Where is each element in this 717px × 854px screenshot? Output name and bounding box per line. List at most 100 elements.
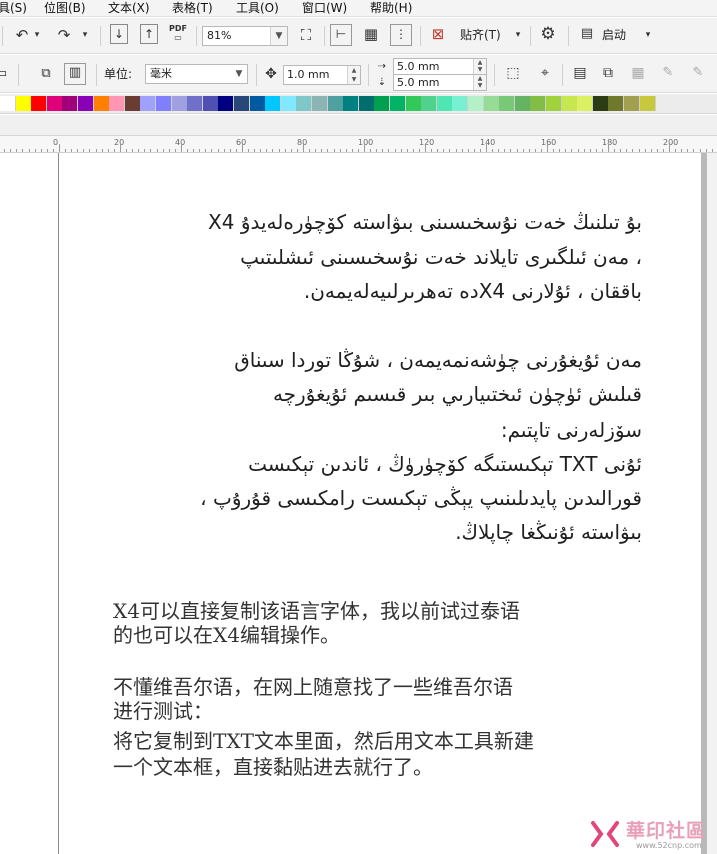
color-swatch[interactable] [312, 96, 328, 111]
color-swatch[interactable] [0, 96, 16, 111]
zoom-level-combo[interactable]: 81% ▼ [202, 26, 288, 46]
undo-icon[interactable]: ↶ [12, 26, 32, 44]
uyghur-text-line[interactable]: ، مەن ئىلگىرى تايلاند خەت نۇسخىسىنى ئىشل… [240, 245, 642, 269]
chinese-text-line[interactable]: 将它复制到TXT文本里面，然后用文本工具新建 [113, 730, 534, 752]
treat-as-filled-icon[interactable]: ⬚ [503, 64, 523, 82]
launch-label[interactable]: 启动 [602, 27, 626, 43]
redo-icon[interactable]: ↷ [54, 26, 74, 44]
uyghur-text-line[interactable]: سۆزلەرنى تاپتىم: [501, 418, 642, 442]
color-swatch[interactable] [172, 96, 188, 111]
color-swatch[interactable] [374, 96, 390, 111]
color-swatch[interactable] [593, 96, 609, 111]
spinner-arrows-icon[interactable]: ▲ ▼ [347, 66, 360, 84]
horizontal-ruler[interactable]: 0 20 40 60 80 100 120 140 160 180 200 [0, 135, 717, 153]
chinese-text-line[interactable]: 一个文本框，直接黏贴进去就行了。 [113, 756, 433, 778]
uyghur-text-line[interactable]: قىلىش ئۈچۈن ئىختىيارىي بىر قىسىم ئۇيغۇرچ… [273, 382, 642, 406]
color-swatch[interactable] [140, 96, 156, 111]
color-swatch[interactable] [234, 96, 250, 111]
chinese-text-line[interactable]: 的也可以在X4编辑操作。 [113, 624, 340, 646]
color-swatch[interactable] [187, 96, 203, 111]
menu-bitmap[interactable]: 位图(B) [44, 0, 86, 16]
color-swatch[interactable] [484, 96, 500, 111]
snap-off-icon[interactable]: ⊠ [428, 25, 448, 43]
duplicate-y-input[interactable]: 5.0 mm ▲ ▼ [393, 74, 487, 91]
menu-tools-partial[interactable]: 具(S) [0, 0, 27, 16]
chevron-down-icon[interactable]: ▼ [270, 27, 287, 45]
color-swatch[interactable] [406, 96, 422, 111]
ungroup-icon[interactable]: ✎ [658, 64, 678, 82]
drawing-canvas[interactable]: بۇ تىلنىڭ خەت نۇسخىسىنى بىۋاستە كۆچۈرەلە… [0, 153, 717, 854]
chinese-text-line[interactable]: 进行测试： [113, 700, 213, 722]
color-swatch[interactable] [281, 96, 297, 111]
color-swatch[interactable] [530, 96, 546, 111]
color-swatch[interactable] [109, 96, 125, 111]
launch-icon[interactable]: ▤ [578, 25, 596, 43]
uyghur-text-line[interactable]: مەن ئۇيغۇرنى چۈشەنمەيمەن ، شۇڭا توردا سى… [234, 348, 642, 372]
color-swatch[interactable] [452, 96, 468, 111]
color-swatch[interactable] [359, 96, 375, 111]
color-swatch[interactable] [577, 96, 593, 111]
color-swatch[interactable] [78, 96, 94, 111]
color-swatch[interactable] [562, 96, 578, 111]
chinese-text-line[interactable]: X4可以直接复制该语言字体，我以前试过泰语 [113, 600, 520, 622]
export-icon[interactable]: ↑ [140, 24, 158, 44]
color-swatch[interactable] [421, 96, 437, 111]
all-pages-icon[interactable]: ⧉ [36, 65, 56, 83]
menu-help[interactable]: 帮助(H) [370, 0, 412, 16]
spinner-arrows-icon[interactable]: ▲ ▼ [473, 59, 486, 74]
color-swatch[interactable] [390, 96, 406, 111]
menu-text[interactable]: 文本(X) [108, 0, 150, 16]
color-swatch[interactable] [328, 96, 344, 111]
nudge-distance-input[interactable]: 1.0 mm ▲ ▼ [283, 65, 361, 85]
full-screen-preview-icon[interactable]: ⛶ [296, 26, 316, 44]
color-swatch[interactable] [265, 96, 281, 111]
show-rulers-icon[interactable]: ⊢ [330, 24, 352, 46]
color-swatch[interactable] [156, 96, 172, 111]
color-swatch[interactable] [499, 96, 515, 111]
uyghur-text-line[interactable]: بىۋاستە ئۇنىڭغا چاپلاڭ. [455, 520, 642, 544]
color-swatch[interactable] [47, 96, 63, 111]
chevron-down-icon[interactable]: ▾ [512, 26, 524, 44]
show-grid-icon[interactable]: ▦ [361, 25, 381, 43]
export-pdf-icon[interactable]: PDF ▭ [168, 24, 188, 42]
chevron-down-icon[interactable]: ▾ [642, 26, 654, 44]
color-swatch[interactable] [218, 96, 234, 111]
color-swatch[interactable] [31, 96, 47, 111]
draw-object-icon[interactable]: ⌖ [535, 64, 555, 82]
color-swatch[interactable] [546, 96, 562, 111]
color-swatch[interactable] [343, 96, 359, 111]
group-icon[interactable]: ▦ [628, 64, 648, 82]
color-swatch[interactable] [608, 96, 624, 111]
color-swatch[interactable] [203, 96, 219, 111]
color-swatch[interactable] [125, 96, 141, 111]
show-guidelines-icon[interactable]: ⋮ [390, 24, 412, 46]
current-page-icon[interactable]: ▥ [64, 63, 86, 85]
menu-tools[interactable]: 工具(O) [236, 0, 279, 16]
spinner-arrows-icon[interactable]: ▲ ▼ [473, 75, 486, 90]
color-swatch[interactable] [296, 96, 312, 111]
snap-to-label[interactable]: 贴齐(T) [460, 27, 501, 43]
import-icon[interactable]: ↓ [110, 24, 128, 44]
color-swatch[interactable] [250, 96, 266, 111]
color-swatch[interactable] [640, 96, 656, 111]
menu-window[interactable]: 窗口(W) [302, 0, 347, 16]
uyghur-text-line[interactable]: بۇ تىلنىڭ خەت نۇسخىسىنى بىۋاستە كۆچۈرەلە… [208, 210, 642, 234]
color-swatch[interactable] [16, 96, 32, 111]
gear-icon[interactable]: ⚙ [538, 25, 558, 43]
undo-dropdown-icon[interactable]: ▾ [32, 26, 42, 44]
chevron-down-icon[interactable]: ▼ [231, 65, 247, 83]
color-swatch[interactable] [515, 96, 531, 111]
color-swatch[interactable] [62, 96, 78, 111]
uyghur-text-line[interactable]: ئۇنى TXT تېكىستىگە كۆچۈرۈڭ ، ئاندىن تېكى… [248, 452, 642, 476]
chinese-text-line[interactable]: 不懂维吾尔语，在网上随意找了一些维吾尔语 [113, 676, 513, 698]
color-swatch[interactable] [94, 96, 110, 111]
duplicate-x-input[interactable]: 5.0 mm ▲ ▼ [393, 58, 487, 75]
uyghur-text-line[interactable]: قورالىدىن پايدىلىنىپ يېڭى تېكىست رامكىسى… [200, 486, 642, 510]
page-icon[interactable]: ▭ [0, 65, 8, 83]
vertical-scrollbar[interactable] [707, 153, 717, 854]
redo-dropdown-icon[interactable]: ▾ [80, 26, 90, 44]
uyghur-text-line[interactable]: باققان ، ئۇلارنى X4دە تەھرىرلىيەلەيمەن. [304, 279, 642, 303]
color-swatch[interactable] [437, 96, 453, 111]
units-combo[interactable]: 毫米 ▼ [145, 64, 248, 84]
color-swatch[interactable] [468, 96, 484, 111]
